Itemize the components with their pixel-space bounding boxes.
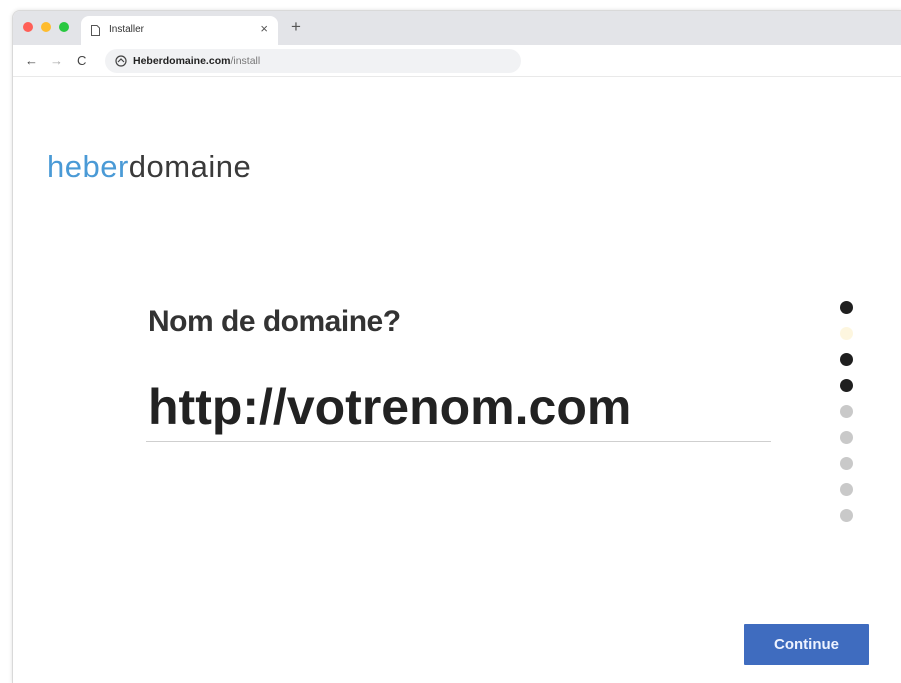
tab-title: Installer — [109, 24, 145, 35]
installer-page: heberdomaine Nom de domaine? Continue — [13, 77, 901, 683]
step-dot-3 — [840, 353, 853, 366]
continue-button[interactable]: Continue — [744, 624, 869, 665]
step-dot-5 — [840, 405, 853, 418]
logo-part-heber: heber — [47, 149, 129, 184]
tab-close-icon[interactable]: × — [260, 21, 268, 36]
minimize-window-icon[interactable] — [41, 22, 51, 32]
forward-button[interactable]: → — [50, 54, 63, 67]
step-indicator — [840, 301, 853, 522]
step-dot-2 — [840, 327, 853, 340]
navigation-bar: ← → C Heberdomaine.com/install — [13, 45, 901, 77]
domain-question: Nom de domaine? — [148, 305, 401, 338]
window-controls — [23, 22, 69, 32]
document-icon — [91, 25, 100, 36]
url-host: Heberdomaine.com — [133, 55, 231, 67]
step-dot-7 — [840, 457, 853, 470]
step-dot-4 — [840, 379, 853, 392]
address-bar[interactable]: Heberdomaine.com/install — [105, 49, 521, 73]
reload-button[interactable]: C — [77, 54, 86, 67]
maximize-window-icon[interactable] — [59, 22, 69, 32]
browser-window: Installer × + ← → C Heberdomaine.com/ins… — [12, 10, 901, 683]
back-button[interactable]: ← — [25, 54, 38, 67]
step-dot-8 — [840, 483, 853, 496]
step-dot-6 — [840, 431, 853, 444]
tab-bar: Installer × + — [13, 11, 901, 45]
heberdomaine-logo: heberdomaine — [47, 149, 251, 185]
url-path: /install — [230, 55, 261, 67]
step-dot-9 — [840, 509, 853, 522]
site-info-icon[interactable] — [115, 55, 127, 67]
url-text: Heberdomaine.com/install — [133, 55, 260, 67]
step-dot-1 — [840, 301, 853, 314]
domain-input[interactable] — [146, 373, 771, 442]
close-window-icon[interactable] — [23, 22, 33, 32]
tab-installer[interactable]: Installer × — [81, 16, 278, 45]
new-tab-button[interactable]: + — [291, 17, 301, 37]
logo-part-domaine: domaine — [128, 149, 252, 184]
